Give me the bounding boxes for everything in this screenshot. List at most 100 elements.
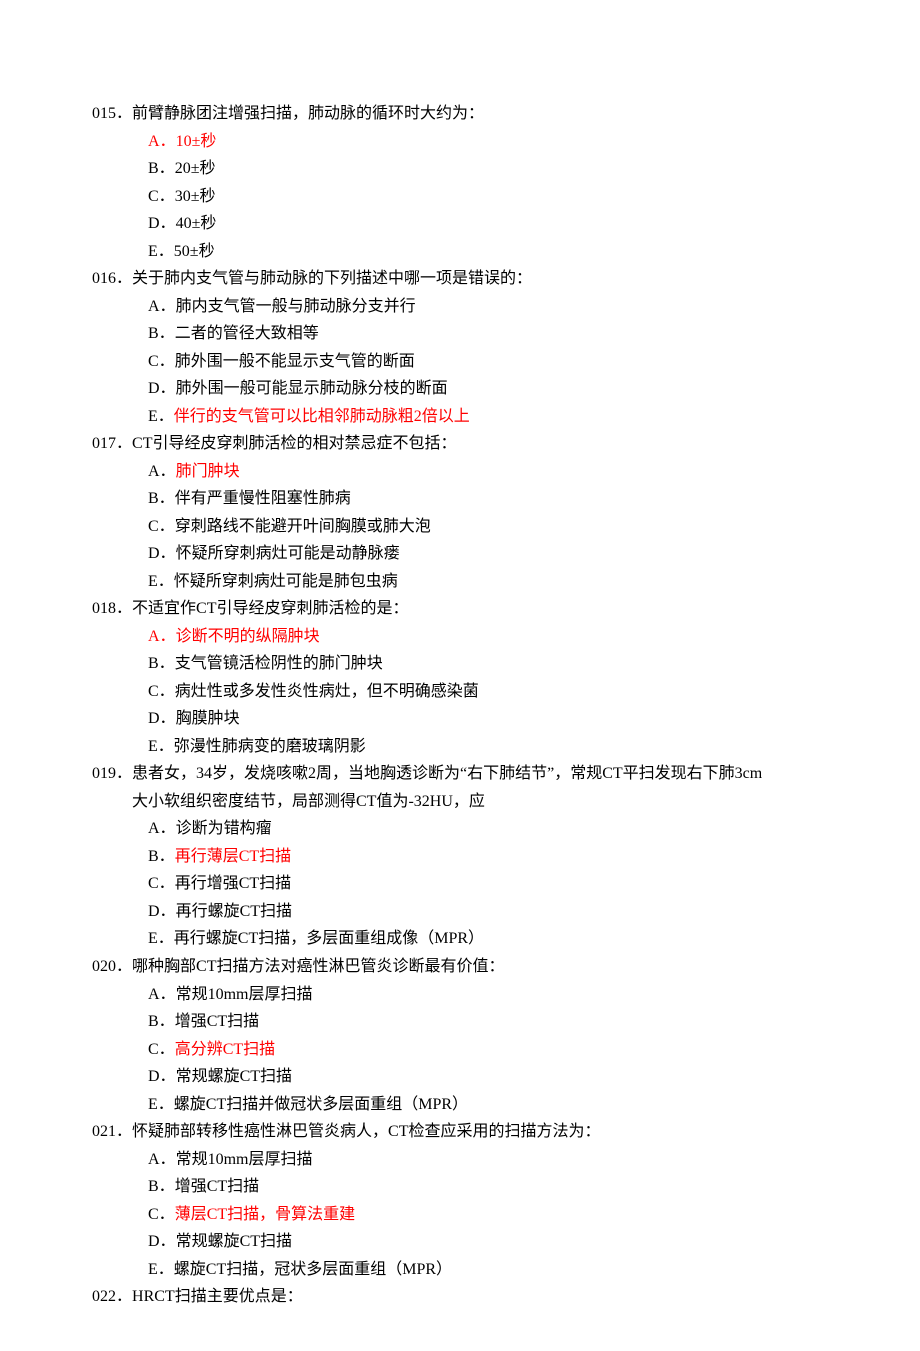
question-stem: 016．关于肺内支气管与肺动脉的下列描述中哪一项是错误的： <box>92 265 828 293</box>
option-label: C． <box>148 1206 175 1223</box>
option-label: E． <box>148 1096 174 1113</box>
option-text: 二者的管径大致相等 <box>175 325 319 342</box>
answer-option: D．怀疑所穿刺病灶可能是动静脉瘘 <box>92 540 828 568</box>
option-label: A． <box>148 986 176 1003</box>
option-label: B． <box>148 848 175 865</box>
option-label: E． <box>148 738 174 755</box>
option-text: 再行螺旋CT扫描 <box>176 903 292 920</box>
option-text: 支气管镜活检阴性的肺门肿块 <box>175 655 383 672</box>
option-label: C． <box>148 683 175 700</box>
answer-option: A．诊断不明的纵隔肿块 <box>92 623 828 651</box>
option-text: 肺外围一般不能显示支气管的断面 <box>175 353 415 370</box>
answer-option: A．常规10mm层厚扫描 <box>92 981 828 1009</box>
question-number: 016． <box>92 270 132 287</box>
option-text: 常规10mm层厚扫描 <box>176 986 313 1003</box>
answer-option: C．肺外围一般不能显示支气管的断面 <box>92 348 828 376</box>
option-text: 20±秒 <box>175 160 216 177</box>
option-text: 常规10mm层厚扫描 <box>176 1151 313 1168</box>
question-text: 怀疑肺部转移性癌性淋巴管炎病人，CT检查应采用的扫描方法为： <box>132 1123 600 1140</box>
option-label: E． <box>148 408 174 425</box>
option-label: C． <box>148 1041 175 1058</box>
option-text: 50±秒 <box>174 243 215 260</box>
option-label: B． <box>148 160 175 177</box>
question-text: 哪种胸部CT扫描方法对癌性淋巴管炎诊断最有价值： <box>132 958 504 975</box>
answer-option: E．50±秒 <box>92 238 828 266</box>
option-text: 增强CT扫描 <box>175 1013 259 1030</box>
option-text: 40±秒 <box>176 215 217 232</box>
question-number: 020． <box>92 958 132 975</box>
question-text: CT引导经皮穿刺肺活检的相对禁忌症不包括： <box>132 435 456 452</box>
option-text: 伴有严重慢性阻塞性肺病 <box>175 490 351 507</box>
option-label: A． <box>148 298 176 315</box>
answer-option: A．常规10mm层厚扫描 <box>92 1146 828 1174</box>
option-label: E． <box>148 573 174 590</box>
question-number: 018． <box>92 600 132 617</box>
option-label: D． <box>148 380 176 397</box>
answer-option: E．螺旋CT扫描，冠状多层面重组（MPR） <box>92 1256 828 1284</box>
option-label: C． <box>148 188 175 205</box>
answer-option: C．穿刺路线不能避开叶间胸膜或肺大泡 <box>92 513 828 541</box>
answer-option: C．病灶性或多发性炎性病灶，但不明确感染菌 <box>92 678 828 706</box>
option-label: D． <box>148 215 176 232</box>
question-number: 022． <box>92 1288 132 1305</box>
option-text: 螺旋CT扫描，冠状多层面重组（MPR） <box>174 1261 452 1278</box>
answer-option: D．40±秒 <box>92 210 828 238</box>
option-text: 再行螺旋CT扫描，多层面重组成像（MPR） <box>174 930 484 947</box>
option-label: B． <box>148 490 175 507</box>
answer-option: B．增强CT扫描 <box>92 1008 828 1036</box>
answer-option: E．怀疑所穿刺病灶可能是肺包虫病 <box>92 568 828 596</box>
option-label: E． <box>148 1261 174 1278</box>
question-number: 017． <box>92 435 132 452</box>
option-label: D． <box>148 1233 176 1250</box>
answer-option: D．肺外围一般可能显示肺动脉分枝的断面 <box>92 375 828 403</box>
option-label: B． <box>148 655 175 672</box>
option-label: C． <box>148 353 175 370</box>
answer-option: B．增强CT扫描 <box>92 1173 828 1201</box>
option-text: 螺旋CT扫描并做冠状多层面重组（MPR） <box>174 1096 468 1113</box>
option-text: 穿刺路线不能避开叶间胸膜或肺大泡 <box>175 518 431 535</box>
option-text: 肺外围一般可能显示肺动脉分枝的断面 <box>176 380 448 397</box>
question-text-cont: 大小软组织密度结节，局部测得CT值为-32HU，应 <box>92 788 828 816</box>
question-stem: 021．怀疑肺部转移性癌性淋巴管炎病人，CT检查应采用的扫描方法为： <box>92 1118 828 1146</box>
document-content: 015．前臂静脉团注增强扫描，肺动脉的循环时大约为：A．10±秒B．20±秒C．… <box>92 100 828 1311</box>
question-number: 015． <box>92 105 132 122</box>
answer-option: D．胸膜肿块 <box>92 705 828 733</box>
option-text: 怀疑所穿刺病灶可能是肺包虫病 <box>174 573 398 590</box>
option-label: A． <box>148 820 176 837</box>
answer-option: D．再行螺旋CT扫描 <box>92 898 828 926</box>
option-label: D． <box>148 1068 176 1085</box>
answer-option: A．10±秒 <box>92 128 828 156</box>
option-text: 薄层CT扫描，骨算法重建 <box>175 1206 355 1223</box>
option-text: 30±秒 <box>175 188 216 205</box>
option-label: C． <box>148 875 175 892</box>
question-stem: 017．CT引导经皮穿刺肺活检的相对禁忌症不包括： <box>92 430 828 458</box>
option-text: 再行增强CT扫描 <box>175 875 291 892</box>
option-text: 增强CT扫描 <box>175 1178 259 1195</box>
question-stem: 020．哪种胸部CT扫描方法对癌性淋巴管炎诊断最有价值： <box>92 953 828 981</box>
question-stem: 022．HRCT扫描主要优点是： <box>92 1283 828 1311</box>
question-text: 关于肺内支气管与肺动脉的下列描述中哪一项是错误的： <box>132 270 532 287</box>
option-text: 病灶性或多发性炎性病灶，但不明确感染菌 <box>175 683 479 700</box>
question-number: 019． <box>92 765 132 782</box>
question-stem: 015．前臂静脉团注增强扫描，肺动脉的循环时大约为： <box>92 100 828 128</box>
answer-option: C．30±秒 <box>92 183 828 211</box>
option-label: C． <box>148 518 175 535</box>
option-text: 肺内支气管一般与肺动脉分支并行 <box>176 298 416 315</box>
answer-option: A．诊断为错构瘤 <box>92 815 828 843</box>
option-label: A． <box>148 463 176 480</box>
question-text: HRCT扫描主要优点是： <box>132 1288 303 1305</box>
option-label: A． <box>148 133 176 150</box>
option-label: A． <box>148 1151 176 1168</box>
answer-option: E．伴行的支气管可以比相邻肺动脉粗2倍以上 <box>92 403 828 431</box>
answer-option: E．弥漫性肺病变的磨玻璃阴影 <box>92 733 828 761</box>
answer-option: C．高分辨CT扫描 <box>92 1036 828 1064</box>
option-label: B． <box>148 1013 175 1030</box>
answer-option: C．薄层CT扫描，骨算法重建 <box>92 1201 828 1229</box>
option-text: 高分辨CT扫描 <box>175 1041 275 1058</box>
option-text: 10±秒 <box>176 133 217 150</box>
answer-option: B．20±秒 <box>92 155 828 183</box>
option-label: D． <box>148 710 176 727</box>
answer-option: D．常规螺旋CT扫描 <box>92 1063 828 1091</box>
question-stem: 019．患者女，34岁，发烧咳嗽2周，当地胸透诊断为“右下肺结节”，常规CT平扫… <box>92 760 828 788</box>
option-text: 胸膜肿块 <box>176 710 240 727</box>
